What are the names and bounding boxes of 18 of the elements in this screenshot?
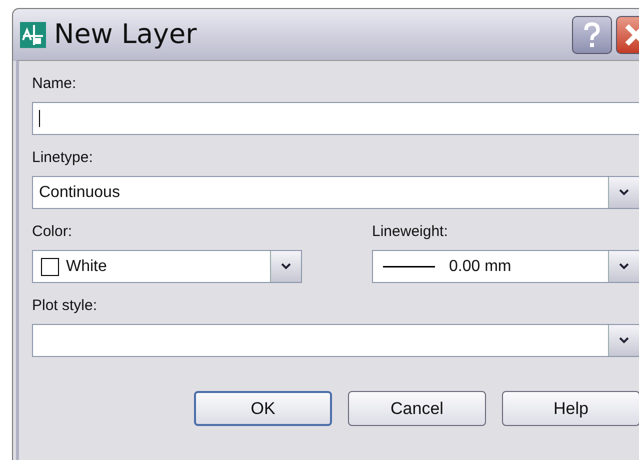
app-icon bbox=[20, 22, 46, 48]
dialog-button[interactable]: OK bbox=[194, 391, 332, 426]
field-label: Name: bbox=[32, 75, 78, 92]
field-label: Color: bbox=[32, 223, 74, 240]
color-dropdown[interactable]: White bbox=[32, 250, 302, 283]
help-button[interactable] bbox=[572, 16, 612, 54]
window-title: New Layer bbox=[54, 19, 197, 50]
lineweight-dropdown[interactable]: 0.00 mm bbox=[372, 250, 639, 283]
name-field[interactable] bbox=[32, 102, 639, 135]
field-label: Linetype: bbox=[32, 149, 94, 166]
line-sample-icon bbox=[383, 264, 435, 268]
field-label: Lineweight: bbox=[372, 223, 449, 240]
question-icon bbox=[582, 22, 602, 48]
dialog-button[interactable]: Cancel bbox=[348, 391, 486, 426]
linetype-dropdown[interactable]: Continuous bbox=[32, 176, 639, 209]
field-label: Plot style: bbox=[32, 297, 98, 314]
dialog-button[interactable]: Help bbox=[502, 391, 639, 426]
color-swatch bbox=[41, 258, 59, 276]
